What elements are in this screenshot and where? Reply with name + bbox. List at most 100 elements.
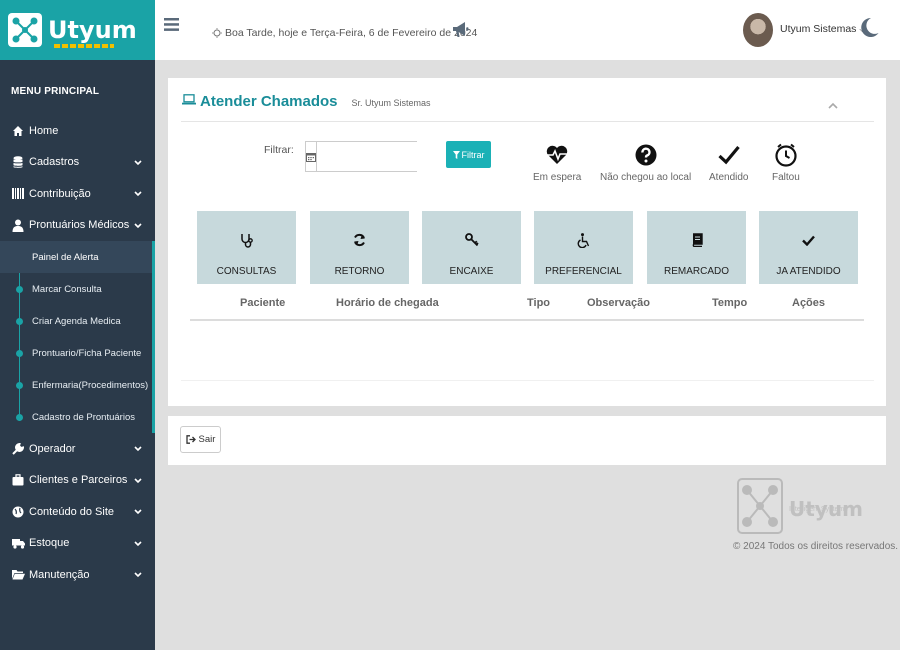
chevron-down-icon xyxy=(134,569,142,581)
legend-faltou: Faltou xyxy=(772,141,800,183)
legend-atendido: Atendido xyxy=(709,141,748,183)
sidebar-item-label: Cadastros xyxy=(29,156,80,169)
sidebar-item-label: Conteúdo do Site xyxy=(29,505,115,518)
top-bar: Boa Tarde, hoje e Terça-Feira, 6 de Feve… xyxy=(155,0,900,60)
truck-icon xyxy=(11,536,25,550)
laptop-icon xyxy=(182,92,196,110)
filter-button-label: Filtrar xyxy=(461,149,485,160)
check-icon xyxy=(718,141,740,169)
sidebar-item-contribuicao[interactable]: Contribuição xyxy=(0,178,155,210)
filter-label: Filtrar: xyxy=(264,144,294,156)
stethoscope-icon xyxy=(240,232,253,248)
category-preferencial-button[interactable]: PREFERENCIAL xyxy=(534,211,633,284)
category-consultas-button[interactable]: CONSULTAS xyxy=(197,211,296,284)
sidebar-item-label: Clientes e Parceiros xyxy=(29,474,128,487)
check-icon xyxy=(802,232,815,248)
bullet-icon xyxy=(16,286,23,293)
sidebar-item-conteudo-site[interactable]: Conteúdo do Site xyxy=(0,496,155,528)
category-encaixe-button[interactable]: ENCAIXE xyxy=(422,211,521,284)
sidebar-item-operador[interactable]: Operador xyxy=(0,433,155,465)
bullet-icon xyxy=(16,350,23,357)
sidebar-subitem-label: Prontuario/Ficha Paciente xyxy=(32,347,142,359)
exit-button[interactable]: Sair xyxy=(180,426,221,453)
legend-label: Atendido xyxy=(709,172,749,183)
sidebar-subitem-label: Marcar Consulta xyxy=(32,283,102,295)
calendar-icon[interactable] xyxy=(306,142,317,171)
clock-icon xyxy=(775,141,797,169)
sidebar-subitem-cadastro-prontuarios[interactable]: Cadastro de Prontuários xyxy=(0,401,152,433)
panel-header: Atender Chamados Sr. Utyum Sistemas xyxy=(182,92,431,110)
category-label: REMARCADO xyxy=(663,266,729,277)
chevron-down-icon xyxy=(134,506,142,518)
brand-name: Utyum xyxy=(48,16,137,44)
logo-mark-icon xyxy=(737,478,783,539)
sidebar-subitem-prontuario-ficha[interactable]: Prontuario/Ficha Paciente xyxy=(0,337,152,369)
avatar[interactable] xyxy=(743,13,773,47)
sidebar-item-cadastros[interactable]: Cadastros xyxy=(0,147,155,179)
legend-label: Não chegou ao local xyxy=(600,172,692,183)
chevron-down-icon xyxy=(134,475,142,487)
sidebar-subitem-label: Enfermaria(Procedimentos) xyxy=(32,379,149,391)
chevron-down-icon xyxy=(134,157,142,169)
sidebar-item-manutencao[interactable]: Manutenção xyxy=(0,559,155,591)
user-md-icon xyxy=(11,218,25,232)
column-header-observacao[interactable]: Observação xyxy=(587,297,650,309)
chevron-down-icon xyxy=(134,443,142,455)
wheelchair-icon xyxy=(577,232,590,248)
chevron-down-icon xyxy=(134,220,142,232)
atender-chamados-panel: Atender Chamados Sr. Utyum Sistemas Filt… xyxy=(168,78,886,406)
moon-icon[interactable] xyxy=(860,17,879,43)
sidebar-subitem-enfermaria[interactable]: Enfermaria(Procedimentos) xyxy=(0,369,152,401)
column-header-acoes[interactable]: Ações xyxy=(792,297,825,309)
page-subtitle: Sr. Utyum Sistemas xyxy=(351,97,431,108)
refresh-icon xyxy=(353,232,366,248)
column-header-horario[interactable]: Horário de chegada xyxy=(336,297,439,309)
sidebar-item-prontuarios[interactable]: Prontuários Médicos xyxy=(0,209,155,241)
date-filter-input[interactable] xyxy=(317,142,463,171)
sidebar-item-estoque[interactable]: Estoque xyxy=(0,528,155,560)
sidebar-item-label: Operador xyxy=(29,442,76,455)
wrench-icon xyxy=(11,442,25,456)
sidebar-item-label: Contribuição xyxy=(29,187,91,200)
column-header-tempo[interactable]: Tempo xyxy=(712,297,747,309)
category-ja-atendido-button[interactable]: JA ATENDIDO xyxy=(759,211,858,284)
logo-underline xyxy=(54,44,114,48)
sidebar-item-label: Manutenção xyxy=(29,568,90,581)
legend-nao-chegou: Não chegou ao local xyxy=(600,141,691,183)
filter-button[interactable]: Filtrar xyxy=(446,141,491,168)
date-filter xyxy=(305,141,463,172)
chevron-up-icon[interactable] xyxy=(828,96,838,114)
sidebar-subitem-painel-alerta[interactable]: Painel de Alerta xyxy=(0,241,152,273)
home-icon xyxy=(11,124,25,138)
column-header-tipo[interactable]: Tipo xyxy=(527,297,550,309)
database-icon xyxy=(11,155,25,169)
heartbeat-icon xyxy=(546,141,568,169)
sidebar-item-clientes[interactable]: Clientes e Parceiros xyxy=(0,465,155,497)
brand-logo[interactable]: Utyum xyxy=(0,0,155,60)
watermark-tagline: Intelligent Systems xyxy=(789,506,848,513)
chevron-down-icon xyxy=(134,538,142,550)
category-label: PREFERENCIAL xyxy=(545,266,622,277)
category-label: RETORNO xyxy=(334,266,385,277)
sidebar-subitem-label: Cadastro de Prontuários xyxy=(32,411,135,423)
user-menu[interactable]: Utyum Sistemas ⌵ xyxy=(780,23,865,35)
sidebar-subitem-label: Criar Agenda Medica xyxy=(32,315,121,327)
page-title: Atender Chamados xyxy=(200,92,338,110)
sidebar-subitem-criar-agenda[interactable]: Criar Agenda Medica xyxy=(0,305,152,337)
column-header-paciente[interactable]: Paciente xyxy=(240,297,285,309)
filter-icon xyxy=(452,150,460,159)
megaphone-icon[interactable] xyxy=(451,20,470,44)
watermark-logo: Utyum Intelligent Systems xyxy=(737,478,863,539)
menu-toggle-icon[interactable] xyxy=(164,17,179,37)
barcode-icon xyxy=(11,187,25,201)
category-remarcado-button[interactable]: REMARCADO xyxy=(647,211,746,284)
table-header-divider xyxy=(190,319,864,321)
sidebar-item-home[interactable]: Home xyxy=(0,115,155,147)
bullet-icon xyxy=(16,414,23,421)
folder-open-icon xyxy=(11,568,25,582)
sidebar-subitem-marcar-consulta[interactable]: Marcar Consulta xyxy=(0,273,152,305)
category-retorno-button[interactable]: RETORNO xyxy=(310,211,409,284)
logo-mark-icon xyxy=(8,13,42,47)
sidebar-item-label: Prontuários Médicos xyxy=(29,219,130,232)
bullet-icon xyxy=(16,318,23,325)
